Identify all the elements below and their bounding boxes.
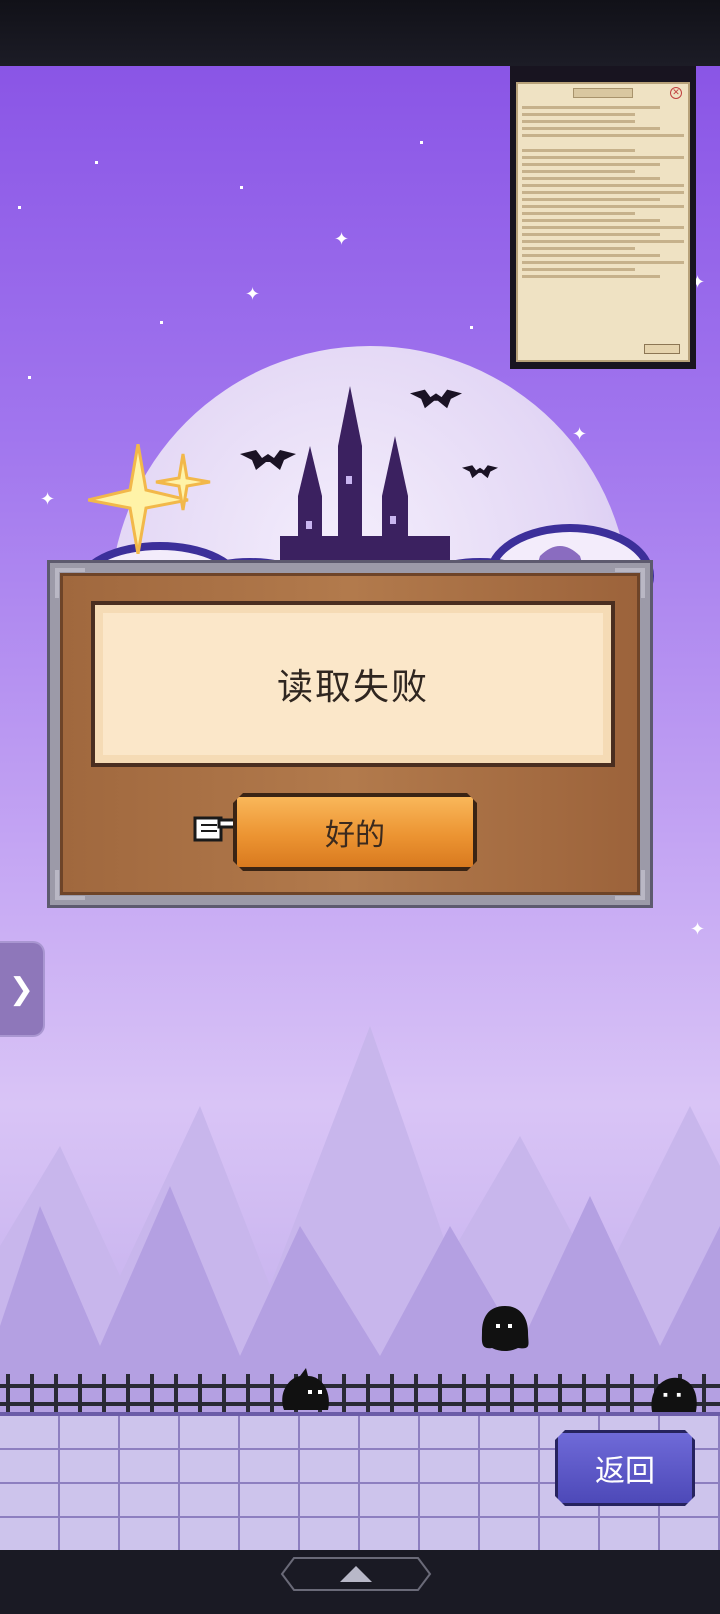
chevron-right-icon: ❯: [8, 971, 35, 1007]
star-dot: [28, 376, 31, 379]
frame-corner: [55, 870, 85, 900]
notice-button[interactable]: [644, 344, 680, 354]
chevron-up-icon[interactable]: [280, 1556, 432, 1592]
graveyard-fence: [0, 1374, 720, 1416]
sparkle-icon: ✦: [245, 284, 261, 305]
bat-icon: [410, 389, 462, 409]
notice-paper: ✕: [516, 82, 690, 362]
status-bar: [0, 0, 720, 66]
sparkle-icon: ✦: [690, 919, 706, 940]
side-menu-tab[interactable]: ❯: [0, 941, 45, 1037]
star-dot: [240, 186, 243, 189]
ghost-creature-icon: [481, 1306, 529, 1351]
frame-corner: [615, 568, 645, 598]
ok-button[interactable]: 好的: [233, 793, 477, 871]
star-dot: [95, 161, 98, 164]
sparkle-icon: ✦: [572, 424, 588, 445]
notice-text-lines: [522, 106, 684, 278]
star-dot: [470, 326, 473, 329]
back-button[interactable]: 返回: [555, 1430, 695, 1506]
game-screen: ✦ ✦ ✦ ✦ ✦ ✦ ✕ 读取失败 好的 ❯ 返回: [0, 66, 720, 1550]
error-dialog: 读取失败 好的: [47, 560, 653, 908]
frame-corner: [615, 870, 645, 900]
star-dot: [160, 321, 163, 324]
frame-corner: [55, 568, 85, 598]
dialog-wood-panel: 读取失败 好的: [55, 568, 645, 900]
dialog-message: 读取失败: [276, 667, 429, 708]
star-dot: [18, 206, 21, 209]
notice-window: ✕: [510, 66, 696, 369]
close-icon[interactable]: ✕: [670, 87, 682, 99]
star-dot: [420, 141, 423, 144]
bat-icon: [240, 450, 296, 470]
slime-creature-icon: [282, 1368, 329, 1410]
message-box: 读取失败: [91, 601, 615, 767]
gold-sparkle-icon: [88, 444, 211, 554]
sparkle-icon: ✦: [40, 489, 56, 510]
sparkle-icon: ✦: [334, 229, 350, 250]
notice-title: [573, 88, 633, 98]
slime-creature-icon: [651, 1377, 697, 1412]
navigation-bar: [0, 1550, 720, 1614]
